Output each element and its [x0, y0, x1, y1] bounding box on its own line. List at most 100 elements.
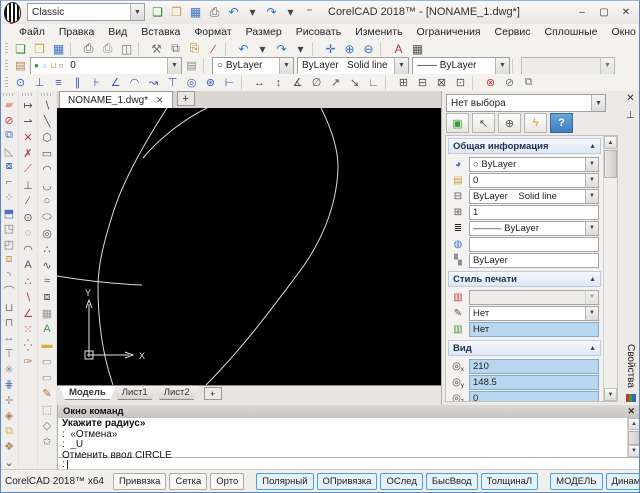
extend-icon[interactable]: ✗ — [19, 145, 37, 161]
save-icon[interactable]: ▦ — [49, 40, 68, 57]
menu-window[interactable]: Окно — [604, 25, 640, 39]
pin-icon[interactable]: ⊤ — [626, 108, 635, 119]
scroll-thumb[interactable] — [628, 431, 640, 445]
print-icon[interactable]: ⎙ — [79, 40, 98, 57]
drawing-canvas[interactable]: Y X — [57, 108, 441, 385]
menu-dimension[interactable]: Размер — [239, 25, 289, 39]
fence-icon[interactable]: ⋕ — [0, 377, 18, 393]
help-icon[interactable]: ? — [550, 113, 573, 133]
redo-caret-icon[interactable]: ▾ — [281, 4, 300, 21]
toggle-snap[interactable]: Привязка — [113, 473, 167, 490]
menu-tools[interactable]: Сервис — [488, 25, 538, 39]
dim-constraint-diag-icon[interactable]: ↘ — [345, 74, 364, 91]
minimize-button[interactable]: – — [572, 4, 592, 20]
menu-edit[interactable]: Правка — [52, 25, 101, 39]
snap-points-icon[interactable]: ⁙ — [19, 321, 37, 337]
constraint-smooth-icon[interactable]: ↝ — [144, 74, 163, 91]
delete-constraint-icon[interactable]: ⊗ — [481, 74, 500, 91]
stretch-point-icon[interactable]: ⇀ — [19, 113, 37, 129]
redo-icon[interactable]: ↷ — [262, 4, 281, 21]
lengthen-icon[interactable]: ∕ — [19, 193, 37, 209]
constraint-symmetric-icon[interactable]: ⊛ — [201, 74, 220, 91]
paste-icon[interactable]: ⎘ — [185, 40, 204, 57]
layer-manager-icon[interactable]: ▤ — [11, 57, 30, 74]
toggle-ortho[interactable]: Орто — [210, 473, 244, 490]
maximize-button[interactable]: ▢ — [594, 4, 614, 20]
printstyle-combo[interactable]: ▼ — [521, 57, 615, 75]
toggle-etrack[interactable]: ОСлед — [380, 473, 422, 490]
pattern-icon[interactable]: ⁘ — [0, 190, 18, 206]
tangent-icon[interactable]: ◠ — [19, 241, 37, 257]
new-icon[interactable]: ❏ — [148, 4, 167, 21]
sponge-icon[interactable]: ❖ — [0, 439, 18, 455]
undo-caret-icon[interactable]: ▾ — [253, 40, 272, 57]
collapse-icon[interactable]: ▲ — [589, 276, 596, 283]
section-header[interactable]: Стиль печати ▲ — [448, 271, 601, 287]
new-tab-button[interactable]: + — [177, 91, 195, 106]
stamp-icon[interactable]: ◈ — [0, 408, 18, 424]
close-button[interactable]: ✕ — [616, 4, 636, 20]
select-poly-tool-icon[interactable]: ◇ — [38, 417, 56, 433]
prop-layer-row[interactable]: ▤ 0▼ — [448, 172, 601, 188]
customize-icon[interactable]: ⚒ — [147, 40, 166, 57]
trim-icon[interactable]: ✕ — [19, 129, 37, 145]
freehand-tool-icon[interactable]: ≈ — [38, 273, 56, 289]
make-block-icon[interactable]: ⧉ — [0, 128, 18, 144]
select-entities-icon[interactable]: ↖ — [472, 113, 495, 133]
lineweight-combo[interactable]: —— ByLayer ▼ — [412, 57, 510, 75]
constraint-angle-icon[interactable]: ∠ — [106, 74, 125, 91]
properties-scrollbar[interactable]: ▲ ▼ — [603, 136, 617, 401]
scroll-down-icon[interactable]: ▼ — [604, 388, 617, 401]
toggle-dynamic-ucs[interactable]: Динамическая ПСК — [606, 473, 640, 490]
box-tool-icon[interactable]: ⧈ — [38, 289, 56, 305]
point-icon[interactable]: ∴ — [19, 273, 37, 289]
dim-constraint-angular-icon[interactable]: ∡ — [288, 74, 307, 91]
arc-tool-icon[interactable]: ◠ — [38, 161, 56, 177]
field-2-tool-icon[interactable]: ▭ — [38, 369, 56, 385]
ellipse-tool-icon[interactable]: ⬭ — [38, 209, 56, 225]
save-icon[interactable]: ▦ — [186, 4, 205, 21]
insert-block-icon[interactable]: ⧇ — [0, 159, 18, 175]
property-painter-icon[interactable]: ∕ — [204, 40, 223, 57]
constraint-concentric-icon[interactable]: ◎ — [182, 74, 201, 91]
prop-transparency-row[interactable]: ▚ ByLayer▼ — [448, 252, 601, 268]
batch-print-icon[interactable]: ⎙ — [98, 40, 117, 57]
scroll-down-icon[interactable]: ▼ — [628, 445, 640, 457]
pan-icon[interactable]: ✛ — [321, 40, 340, 57]
prop-linecolor-row[interactable]: ◕ ○ ByLayer▼ — [448, 156, 601, 172]
move-point-icon[interactable]: ↦ — [19, 97, 37, 113]
menu-format[interactable]: Формат — [187, 25, 238, 39]
copy-icon[interactable]: ⧉ — [166, 40, 185, 57]
scroll-up-icon[interactable]: ▲ — [628, 418, 640, 430]
print-preview-icon[interactable]: ◫ — [117, 40, 136, 57]
menu-insert[interactable]: Вставка — [134, 25, 187, 39]
new-icon[interactable]: ❏ — [11, 40, 30, 57]
box-3d-icon[interactable]: ⬒ — [0, 206, 18, 222]
arc-edit-icon[interactable]: ◝ — [0, 268, 18, 284]
sheet-tab-model[interactable]: Модель — [59, 386, 116, 400]
linestyle-combo[interactable]: ByLayer Solid line ▼ — [297, 57, 409, 75]
toggle-lineweight[interactable]: ТолщинаЛ — [481, 473, 539, 490]
prop-printtable-row[interactable]: ▥ Нет▼ — [448, 321, 601, 337]
slot-2-icon[interactable]: ⊓ — [0, 315, 18, 331]
print-icon[interactable]: ⎙ — [205, 4, 224, 21]
hide-all-constraints-icon[interactable]: ⊡ — [451, 74, 470, 91]
wedge-icon[interactable]: ◺ — [0, 144, 18, 160]
section-icon[interactable]: ◳ — [0, 221, 18, 237]
select-zoom-icon[interactable]: ⊕ — [498, 113, 521, 133]
snap-points-2-icon[interactable]: ⁛ — [19, 337, 37, 353]
zoom-out-icon[interactable]: ⊖ — [359, 40, 378, 57]
redo-icon[interactable]: ↷ — [272, 40, 291, 57]
edit-tool-icon[interactable]: ✎ — [38, 385, 56, 401]
eraser-icon[interactable]: ▰ — [0, 97, 18, 113]
corner-icon[interactable]: ◰ — [0, 237, 18, 253]
section-header[interactable]: Общая информация ▲ — [448, 138, 601, 154]
constraint-tangent-icon[interactable]: ◠ — [125, 74, 144, 91]
workspace-selector[interactable]: Classic ▼ — [27, 3, 145, 21]
linecolor-combo[interactable]: ○ ByLayer ▼ — [212, 57, 294, 75]
undo-caret-icon[interactable]: ▾ — [243, 4, 262, 21]
show-all-constraints-icon[interactable]: ⊠ — [432, 74, 451, 91]
fillet-icon[interactable]: ⌒ — [0, 283, 18, 299]
section-header[interactable]: Вид ▲ — [448, 340, 601, 356]
layer-combo[interactable]: ●☼⊔○ 0 ▼ — [30, 57, 182, 75]
